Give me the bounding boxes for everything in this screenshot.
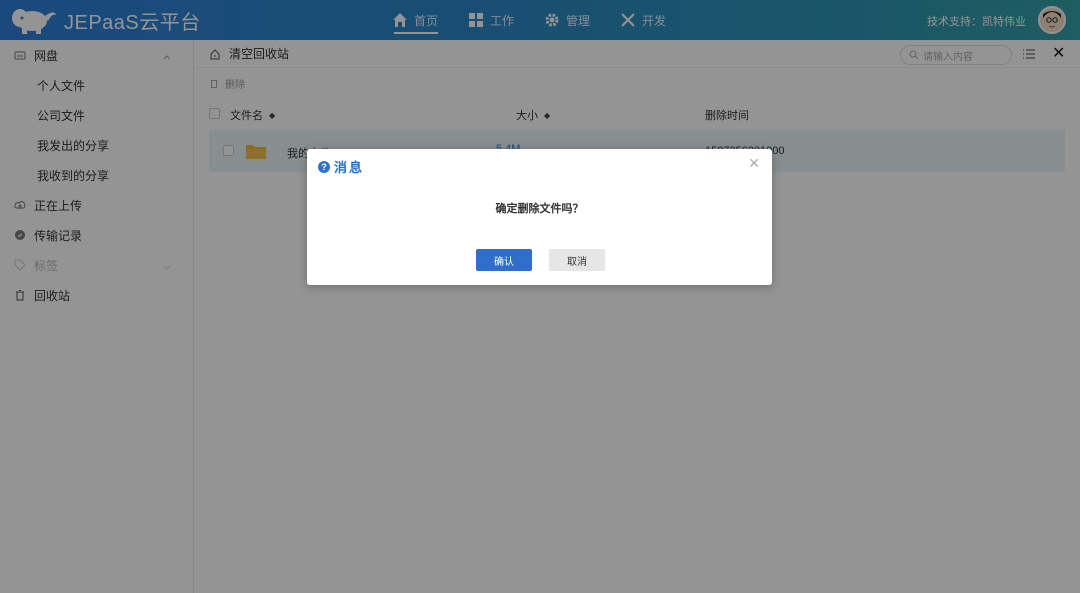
modal-overlay[interactable] — [0, 0, 1080, 593]
dialog-message: 确定删除文件吗？ — [495, 203, 584, 215]
question-icon: ? — [318, 160, 330, 173]
cancel-button[interactable]: 取消 — [549, 249, 605, 271]
dialog-title-text: 消息 — [334, 160, 365, 175]
dialog-close-icon[interactable]: ✕ — [748, 155, 760, 172]
confirm-dialog: ? 消息 ✕ 确定删除文件吗？ 确认 取消 — [307, 149, 772, 285]
confirm-button[interactable]: 确认 — [476, 249, 532, 271]
dialog-title: ? 消息 — [318, 157, 364, 176]
